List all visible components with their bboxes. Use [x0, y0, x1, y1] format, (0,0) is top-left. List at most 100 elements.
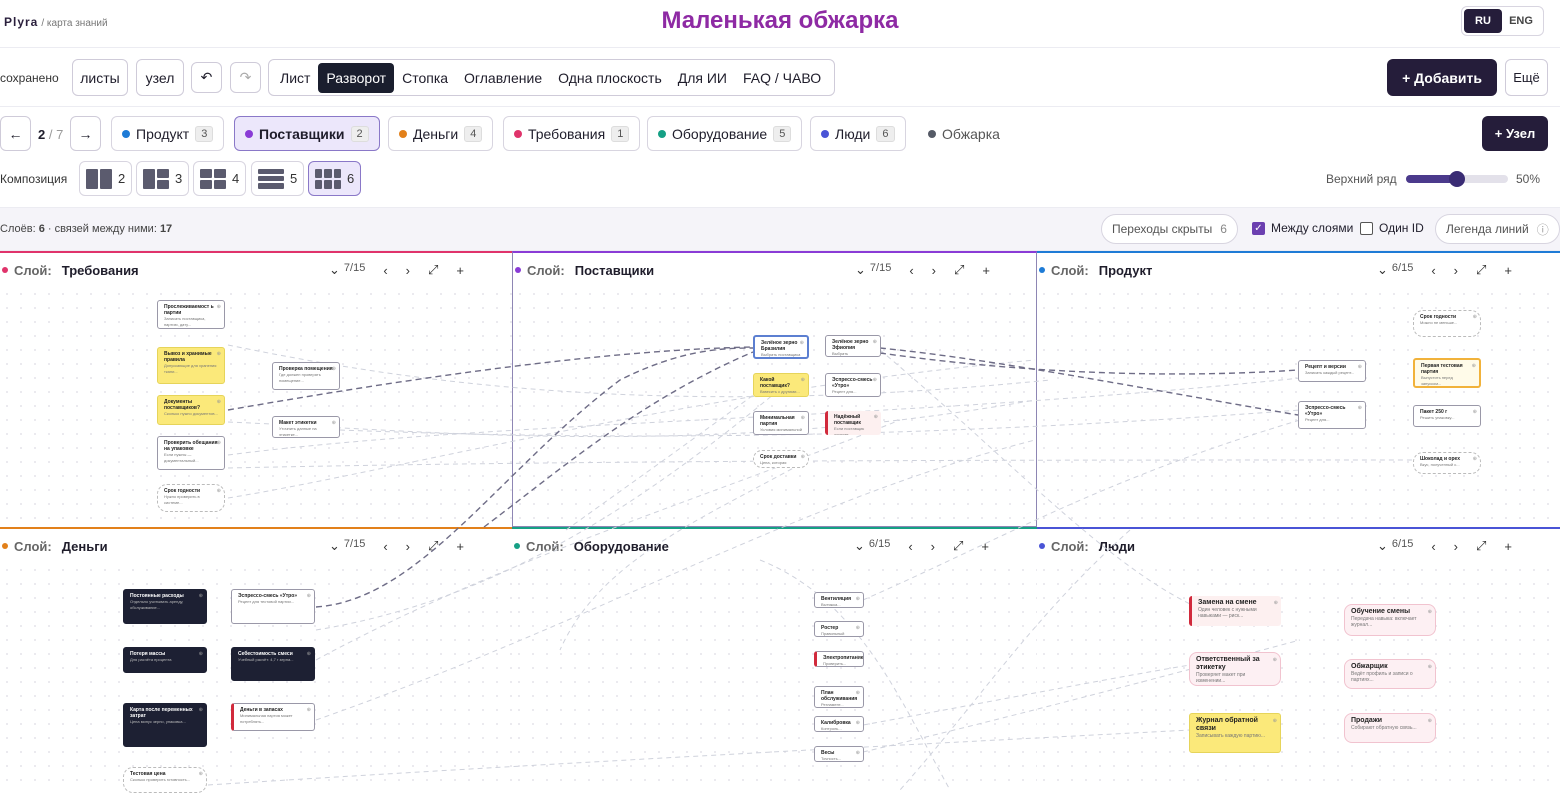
mode-faq[interactable]: FAQ / ЧАВО [735, 63, 829, 93]
graph-node[interactable]: Замена на смене Один человек с нужными на… [1189, 596, 1281, 626]
node-add-icon[interactable]: ⊕ [1273, 717, 1277, 725]
graph-node[interactable]: Карта после переменных затрат Цена минус … [123, 703, 207, 747]
node-add-icon[interactable]: ⊕ [801, 377, 805, 383]
slider-handle[interactable] [1449, 171, 1465, 187]
canvas-grid[interactable] [513, 287, 1036, 526]
node-add-icon[interactable]: ⊕ [1473, 409, 1477, 415]
node-add-icon[interactable]: ⊕ [332, 420, 336, 426]
expand-icon[interactable]: ⤢ [428, 262, 438, 278]
layer-panel-equipment[interactable]: Слой: Оборудование ⌄ 6/15 ‹ › ⤢ + [512, 527, 1037, 793]
node-add-icon[interactable]: ⊕ [1472, 363, 1476, 369]
graph-node[interactable]: Прослеживаемост ь партии Записать поставщ… [157, 300, 225, 329]
layer-next-icon[interactable]: › [1454, 539, 1458, 554]
graph-node[interactable]: Вывоз и хранимые правила Допускающие для … [157, 347, 225, 384]
graph-node[interactable]: Ответственный за этикетку Проверяет макет… [1189, 652, 1281, 686]
add-icon[interactable]: + [981, 539, 989, 554]
node-add-icon[interactable]: ⊕ [217, 440, 221, 446]
node-add-icon[interactable]: ⊕ [856, 655, 860, 661]
category-equipment[interactable]: Оборудование 5 [647, 116, 803, 151]
graph-node[interactable]: Документы поставщиков? Сколько нужно доку… [157, 395, 225, 425]
layer-menu-chevron-icon[interactable]: ⌄ 7/15 [329, 262, 365, 278]
expand-icon[interactable]: ⤢ [953, 538, 963, 554]
layer-next-icon[interactable]: › [931, 539, 935, 554]
node-add-icon[interactable]: ⊕ [1274, 599, 1278, 607]
node-add-icon[interactable]: ⊕ [856, 596, 860, 602]
layer-next-icon[interactable]: › [406, 263, 410, 278]
graph-node[interactable]: Минимальная партияУсловия минимальной па… [753, 411, 809, 435]
graph-node[interactable]: Рецепт и версии Записать каждый рецепт...… [1298, 360, 1366, 382]
node-add-icon[interactable]: ⊕ [1428, 717, 1432, 725]
node-add-icon[interactable]: ⊕ [1273, 656, 1277, 664]
category-requirements[interactable]: Требования 1 [503, 116, 641, 151]
mode-one-plane[interactable]: Одна плоскость [550, 63, 670, 93]
layer-menu-chevron-icon[interactable]: ⌄ 6/15 [1377, 262, 1413, 278]
canvas-grid[interactable] [512, 563, 1037, 793]
node-add-icon[interactable]: ⊕ [199, 593, 203, 599]
redo-icon[interactable]: ↷ [230, 62, 261, 93]
layer-prev-icon[interactable]: ‹ [1431, 263, 1435, 278]
composition-option-5[interactable]: 5 [251, 161, 305, 196]
category-money[interactable]: Деньги 4 [388, 116, 494, 151]
node-add-icon[interactable]: ⊕ [307, 651, 311, 657]
graph-node[interactable]: Эспрессо-смесь «Утро» Рецепт для... ⊕ [1298, 401, 1366, 429]
composition-option-6[interactable]: 6 [308, 161, 362, 196]
layer-menu-chevron-icon[interactable]: ⌄ 6/15 [854, 538, 890, 554]
graph-node[interactable]: РостерПравильный выбор...⊕ [814, 621, 864, 637]
node-add-icon[interactable]: ⊕ [217, 488, 221, 494]
add-button[interactable]: + Добавить [1387, 59, 1497, 96]
graph-node[interactable]: Калибровка Контроль... ⊕ [814, 716, 864, 732]
add-node-button[interactable]: + Узел [1482, 116, 1548, 151]
graph-node[interactable]: Зелёное зерно ЭфиопияВыбрать поставщика.… [825, 335, 881, 357]
node-add-icon[interactable]: ⊕ [217, 304, 221, 310]
graph-node[interactable]: Проверка помещения Где должен проверять п… [272, 362, 340, 390]
expand-icon[interactable]: ⤢ [954, 262, 964, 278]
layer-panel-product[interactable]: Слой: Продукт ⌄ 6/15 ‹ › ⤢ + [1037, 251, 1560, 527]
layer-prev-icon[interactable]: ‹ [908, 539, 912, 554]
node-add-icon[interactable]: ⊕ [1473, 314, 1477, 320]
node-add-icon[interactable]: ⊕ [856, 625, 860, 631]
one-id-checkbox[interactable]: Один ID [1360, 221, 1424, 235]
layer-menu-chevron-icon[interactable]: ⌄ 6/15 [1377, 538, 1413, 554]
layer-prev-icon[interactable]: ‹ [383, 263, 387, 278]
layer-prev-icon[interactable]: ‹ [1431, 539, 1435, 554]
node-add-icon[interactable]: ⊕ [332, 366, 336, 372]
layer-panel-requirements[interactable]: Слой: Требования ⌄ 7/15 ‹ › ⤢ + [0, 251, 512, 527]
node-add-icon[interactable]: ⊕ [1473, 456, 1477, 462]
layer-next-icon[interactable]: › [932, 263, 936, 278]
mode-toc[interactable]: Оглавление [456, 63, 550, 93]
graph-node[interactable]: Какой поставщик? Взвесить с другими... ⊕ [753, 373, 809, 397]
node-add-icon[interactable]: ⊕ [1358, 364, 1362, 370]
graph-node[interactable]: Эспрессо-смесь «Утро» Рецепт для тестовой… [231, 589, 315, 624]
composition-option-2[interactable]: 2 [79, 161, 133, 196]
graph-node[interactable]: Проверить обещания на упаковке Если нужны… [157, 436, 225, 470]
node-add-icon[interactable]: ⊕ [873, 339, 877, 345]
node-add-icon[interactable]: ⊕ [801, 454, 805, 460]
graph-node[interactable]: Весы Точность... ⊕ [814, 746, 864, 762]
composition-option-3[interactable]: 3 [136, 161, 190, 196]
mode-spread[interactable]: Разворот [318, 62, 395, 93]
graph-node[interactable]: Вентиляция Вытяжка... ⊕ [814, 592, 864, 608]
node-add-icon[interactable]: ⊕ [307, 593, 311, 599]
node-add-icon[interactable]: ⊕ [199, 771, 203, 777]
add-icon[interactable]: + [456, 539, 464, 554]
node-add-icon[interactable]: ⊕ [856, 720, 860, 726]
graph-node[interactable]: Срок годности Нужно проверить в системе..… [157, 484, 225, 512]
layer-next-icon[interactable]: › [1454, 263, 1458, 278]
graph-node[interactable]: Эспрессо-смесь «Утро» Рецепт для... ⊕ [825, 373, 881, 397]
sheets-button[interactable]: листы [72, 59, 128, 96]
canvas-grid[interactable] [1037, 563, 1560, 793]
next-page-icon[interactable]: → [70, 116, 101, 151]
lang-ru-button[interactable]: RU [1464, 9, 1502, 33]
node-add-icon[interactable]: ⊕ [1358, 405, 1362, 411]
category-product[interactable]: Продукт 3 [111, 116, 225, 151]
layer-panel-people[interactable]: Слой: Люди ⌄ 6/15 ‹ › ⤢ + [1037, 527, 1560, 793]
expand-icon[interactable]: ⤢ [1476, 262, 1486, 278]
expand-icon[interactable]: ⤢ [428, 538, 438, 554]
node-add-icon[interactable]: ⊕ [199, 651, 203, 657]
graph-node[interactable]: Себестоимость смеси Учебный расчёт: 4,7 г… [231, 647, 315, 681]
node-add-icon[interactable]: ⊕ [1428, 608, 1432, 616]
composition-option-4[interactable]: 4 [193, 161, 247, 196]
graph-node[interactable]: Тестовая цена Сколько проверить готовност… [123, 767, 207, 793]
node-add-icon[interactable]: ⊕ [800, 340, 804, 346]
category-roasting[interactable]: Обжарка [918, 116, 1010, 151]
